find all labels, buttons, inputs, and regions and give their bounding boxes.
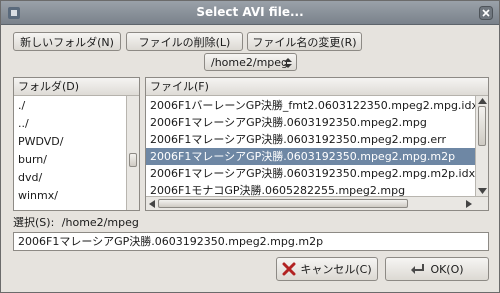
folder-item[interactable]: PWDVD/ [14, 133, 126, 150]
filename-input[interactable]: 2006F1マレーシアGP決勝.0603192350.mpeg2.mpg.m2p [13, 232, 489, 251]
rename-file-label: ファイル名の変更(R) [252, 35, 357, 49]
cancel-button[interactable]: キャンセル(C) [276, 257, 378, 281]
folder-list[interactable]: フォルダ(D) ./../PWDVD/burn/dvd/winmx/ [13, 77, 140, 211]
file-item[interactable]: 2006F1マレーシアGP決勝.0603192350.mpeg2.mpg [146, 114, 475, 131]
delete-file-label: ファイルの削除(L) [138, 35, 231, 49]
folder-scrollbar[interactable] [126, 96, 139, 210]
path-combo[interactable]: /home2/mpeg [204, 53, 297, 71]
selection-row: 選択(S): /home2/mpeg [13, 216, 139, 230]
new-folder-label: 新しいフォルダ(N) [20, 35, 114, 49]
cancel-icon [282, 262, 296, 276]
file-chooser-dialog: Select AVI file... 新しいフォルダ(N) ファイルの削除(L)… [0, 0, 500, 293]
file-list-header[interactable]: ファイル(F) [146, 78, 488, 96]
new-folder-button[interactable]: 新しいフォルダ(N) [13, 32, 121, 51]
path-combo-value: /home2/mpeg [211, 55, 289, 69]
selection-label: 選択(S): [13, 216, 55, 229]
folder-item[interactable]: ./ [14, 97, 126, 114]
enter-icon [411, 264, 425, 274]
file-hscrollbar[interactable] [146, 196, 488, 210]
file-list[interactable]: ファイル(F) 2006F1バーレーンGP決勝_fmt2.0603122350.… [145, 77, 489, 211]
folder-scroll-thumb[interactable] [129, 153, 137, 167]
file-item[interactable]: 2006F1マレーシアGP決勝.0603192350.mpeg2.mpg.err [146, 131, 475, 148]
ok-label: OK(O) [430, 262, 464, 276]
scroll-down-icon[interactable] [478, 188, 487, 194]
close-icon[interactable] [479, 6, 493, 20]
selection-path: /home2/mpeg [61, 216, 139, 229]
file-vscrollbar[interactable] [475, 96, 488, 196]
file-item[interactable]: 2006F1マレーシアGP決勝.0603192350.mpeg2.mpg.m2p… [146, 165, 475, 182]
file-vscroll-thumb[interactable] [478, 106, 486, 146]
window-title: Select AVI file... [196, 5, 304, 19]
updown-arrow-icon [284, 58, 292, 68]
file-item[interactable]: 2006F1バーレーンGP決勝_fmt2.0603122350.mpeg2.mp… [146, 97, 475, 114]
ok-button[interactable]: OK(O) [385, 257, 489, 281]
delete-file-button[interactable]: ファイルの削除(L) [126, 32, 243, 51]
folder-list-header[interactable]: フォルダ(D) [14, 78, 139, 96]
folder-item[interactable]: winmx/ [14, 187, 126, 204]
file-hscroll-thumb[interactable] [158, 199, 408, 208]
folder-item[interactable]: burn/ [14, 151, 126, 168]
scroll-up-icon[interactable] [478, 98, 487, 104]
title-bar[interactable]: Select AVI file... [1, 1, 499, 25]
rename-file-button[interactable]: ファイル名の変更(R) [247, 32, 362, 51]
folder-item[interactable]: dvd/ [14, 169, 126, 186]
scroll-right-icon[interactable] [466, 200, 472, 208]
folder-item[interactable]: ../ [14, 115, 126, 132]
scroll-left-icon[interactable] [149, 200, 155, 208]
cancel-label: キャンセル(C) [300, 263, 372, 276]
file-item[interactable]: 2006F1マレーシアGP決勝.0603192350.mpeg2.mpg.m2p [146, 148, 475, 165]
